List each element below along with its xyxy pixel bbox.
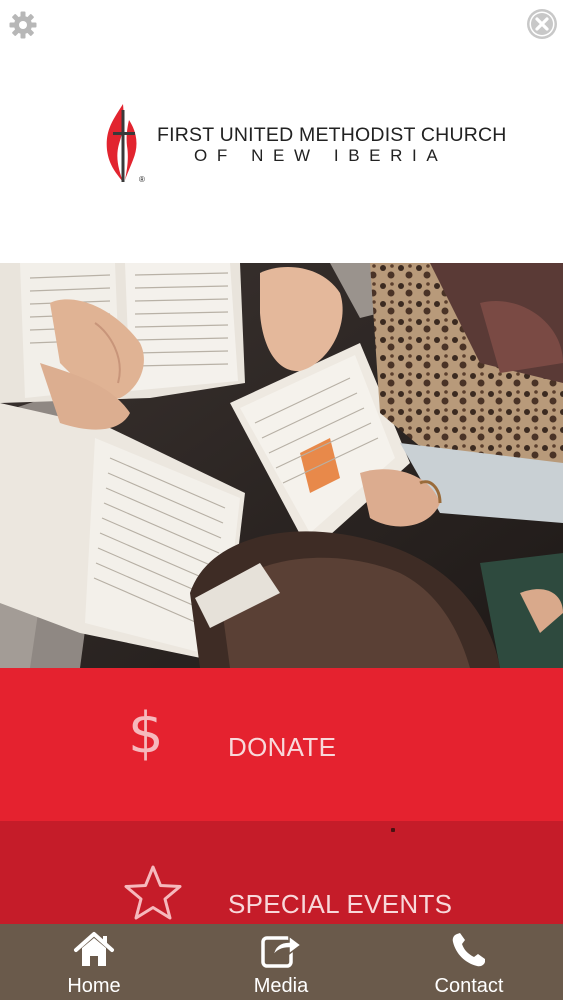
church-logo: FIRST UNITED METHODIST CHURCH OF NEW IBE… bbox=[103, 100, 506, 195]
decorative-dot bbox=[391, 828, 395, 832]
tab-contact[interactable]: Contact bbox=[409, 924, 529, 1000]
close-icon[interactable] bbox=[526, 8, 558, 40]
phone-icon bbox=[447, 930, 491, 970]
hero-photo bbox=[0, 263, 563, 668]
home-icon bbox=[72, 930, 116, 970]
app-screen: FIRST UNITED METHODIST CHURCH OF NEW IBE… bbox=[0, 0, 563, 1000]
dollar-icon: $ bbox=[128, 701, 164, 766]
star-icon bbox=[121, 863, 185, 925]
tab-home-label: Home bbox=[67, 975, 121, 997]
tab-media[interactable]: Media bbox=[221, 924, 341, 1000]
registered-mark: ® bbox=[139, 175, 145, 184]
tab-home[interactable]: Home bbox=[34, 924, 154, 1000]
tab-contact-label: Contact bbox=[434, 975, 504, 997]
tab-media-label: Media bbox=[253, 975, 309, 997]
bottom-tab-bar: Home Media Contact bbox=[0, 924, 563, 1000]
special-events-button[interactable]: SPECIAL EVENTS bbox=[0, 821, 563, 924]
gear-icon[interactable] bbox=[8, 10, 38, 40]
donate-button[interactable]: $ DONATE bbox=[0, 668, 563, 821]
logo-title: FIRST UNITED METHODIST CHURCH bbox=[157, 124, 507, 146]
share-icon bbox=[259, 930, 303, 970]
special-events-label: SPECIAL EVENTS bbox=[228, 889, 453, 919]
logo-subtitle: OF NEW IBERIA bbox=[194, 146, 448, 165]
donate-label: DONATE bbox=[228, 732, 337, 762]
